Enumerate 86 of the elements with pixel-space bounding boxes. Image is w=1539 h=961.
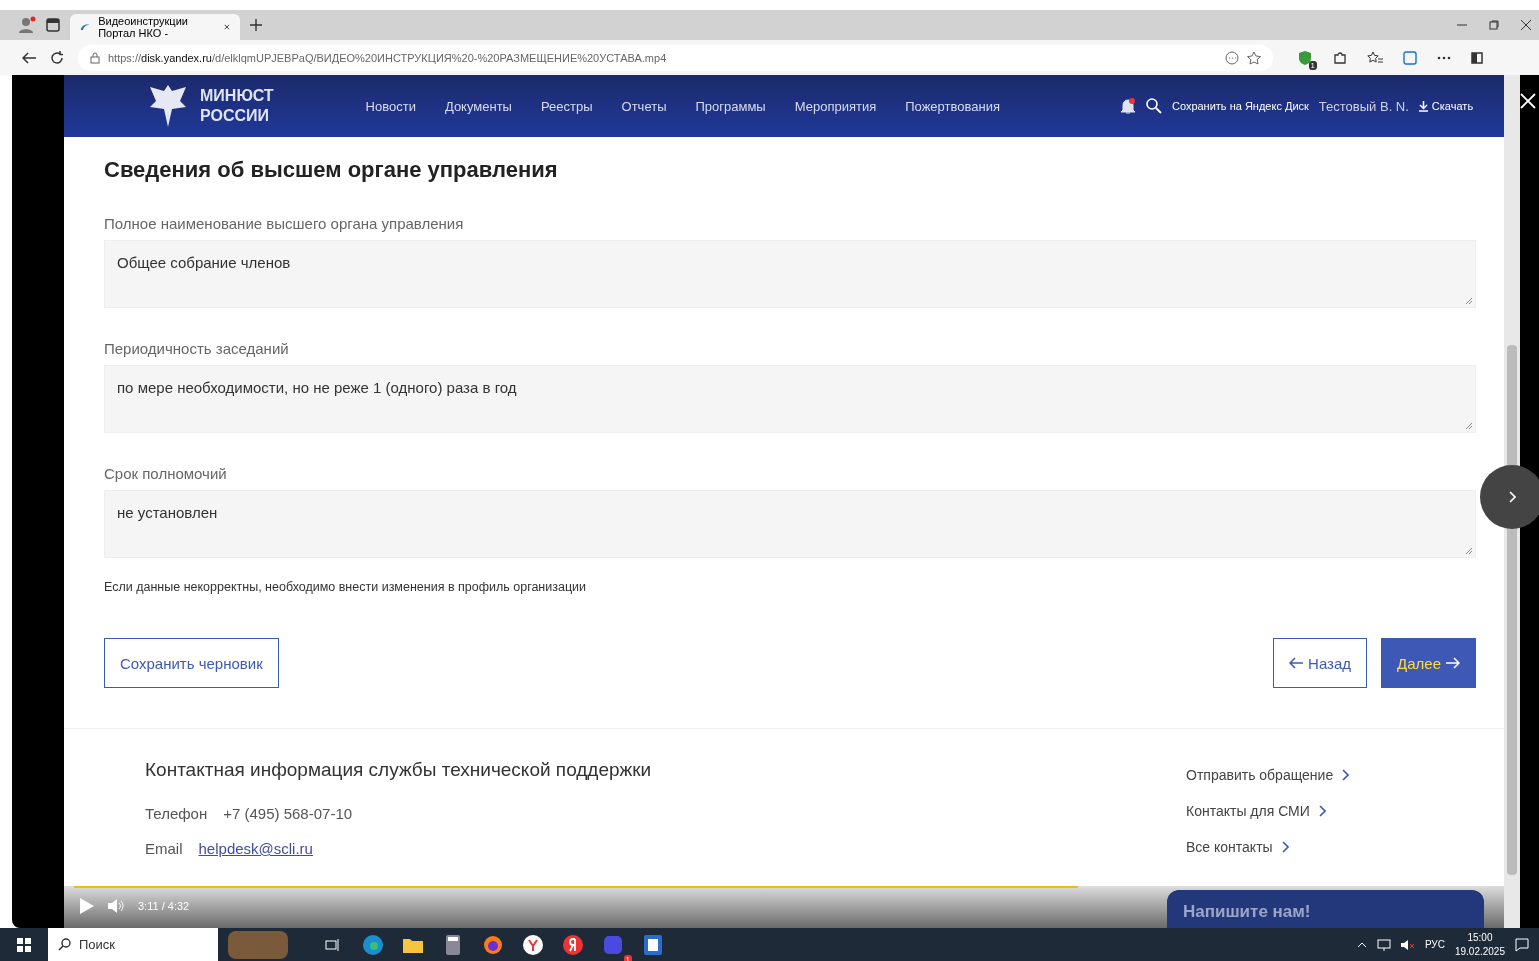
y-browser-icon[interactable] [522, 933, 544, 956]
nav-link[interactable]: Пожертвования [905, 98, 1000, 114]
more-icon[interactable] [1437, 55, 1451, 60]
logo-text: МИНЮСТ РОССИИ [200, 86, 274, 126]
folder-icon[interactable] [403, 936, 423, 953]
section-title: Сведения об высшем органе управления [104, 157, 559, 183]
chevron-up-icon[interactable] [1356, 941, 1367, 948]
back-button[interactable]: Назад [1273, 638, 1368, 688]
back-arrow-icon[interactable] [22, 51, 36, 64]
save-draft-button[interactable]: Сохранить черновик [104, 638, 279, 688]
close-button[interactable] [1520, 93, 1536, 109]
text-area[interactable]: не установлен [104, 490, 1476, 558]
arrow-right-icon [1446, 657, 1460, 669]
speaker-muted-icon[interactable] [1400, 938, 1415, 951]
profile-icon[interactable] [18, 16, 36, 34]
notification-badge: 1 [623, 954, 632, 961]
email-label: Email [145, 840, 183, 857]
nav-link[interactable]: Мероприятия [794, 98, 877, 114]
chevron-right-icon [1508, 491, 1516, 503]
text-area[interactable]: по мере необходимости, но не реже 1 (одного) раза в год [104, 365, 1476, 433]
phone-number: +7 (495) 568-07-10 [223, 805, 353, 822]
close-icon[interactable] [1521, 20, 1531, 30]
favorites-icon[interactable] [1367, 50, 1383, 65]
clock-date[interactable]: 19.02.2025 [1454, 944, 1505, 959]
close-icon[interactable] [224, 23, 230, 31]
email-link[interactable]: helpdesk@scli.ru [198, 840, 313, 857]
chevron-right-icon [1317, 805, 1326, 817]
text-area[interactable]: Общее собрание членов [104, 240, 1476, 308]
nav-link[interactable]: Реестры [540, 98, 593, 114]
search-icon [58, 938, 71, 951]
network-icon[interactable] [1376, 938, 1391, 951]
bell-icon[interactable] [1119, 97, 1136, 115]
extension-badge: 1 [1308, 60, 1317, 70]
star-icon[interactable] [1247, 50, 1261, 65]
collections-icon[interactable] [1403, 50, 1417, 65]
language-indicator[interactable]: РУС [1424, 939, 1445, 950]
browser-icon[interactable] [362, 933, 384, 956]
nav-link[interactable]: Программы [695, 98, 766, 114]
nav-link[interactable]: Отчеты [621, 98, 667, 114]
phone-label: Телефон [145, 805, 208, 822]
cloud-icon [80, 22, 91, 32]
volume-icon[interactable] [108, 899, 124, 913]
shield-icon[interactable] [1297, 49, 1313, 66]
resize-grip-icon [1465, 297, 1473, 305]
nav-link[interactable]: Документы [444, 98, 512, 114]
resize-grip-icon [1465, 422, 1473, 430]
user-name[interactable]: Тестовый В. N. [1318, 98, 1409, 114]
taskbar-search[interactable]: Поиск [48, 928, 218, 961]
arrow-left-icon [1289, 657, 1304, 669]
field-label: Срок полномочий [104, 465, 228, 482]
save-to-disk-link[interactable]: Сохранить на Яндекс Диск [1171, 100, 1309, 112]
notifications-icon[interactable] [1515, 937, 1529, 952]
restore-icon[interactable] [1489, 20, 1499, 30]
footer-title: Контактная информация службы технической поддержки [145, 759, 653, 781]
chevron-right-icon [1280, 841, 1289, 853]
download-link[interactable]: Скачать [1418, 100, 1474, 112]
address-bar[interactable]: https://disk.yandex.ru/d/elklqmUPJEBPaQ/ВИДЕО%20ИНСТРУКЦИЯ%20-%20РАЗМЕЩЕНИЕ%20УСТАВА.mp4 [78, 44, 1273, 71]
video-time: 3:11 / 4:32 [138, 900, 190, 912]
fox-browser-icon[interactable] [483, 934, 503, 955]
next-button[interactable]: Далее [1381, 638, 1476, 688]
document-icon[interactable] [644, 934, 662, 955]
reload-icon[interactable] [50, 50, 64, 65]
windows-start-icon[interactable] [17, 937, 31, 952]
chevron-right-icon [1341, 769, 1350, 781]
sidebar-icon[interactable] [1471, 51, 1483, 64]
new-tab-icon[interactable] [250, 19, 262, 31]
footer-link[interactable]: Контакты для СМИ [1186, 803, 1504, 819]
chat-widget[interactable]: Напишите нам! [1167, 890, 1484, 928]
search-icon[interactable] [1145, 98, 1162, 114]
more-options-icon[interactable] [1225, 50, 1239, 65]
field-label: Периодичность заседаний [104, 340, 290, 357]
lock-icon [90, 51, 100, 64]
close-icon [1520, 93, 1536, 109]
browser-tab[interactable]: Видеоинструкции Портал НКО - [70, 14, 240, 40]
download-icon [1418, 100, 1428, 112]
tab-actions-icon[interactable] [46, 18, 60, 32]
footer-link[interactable]: Все контакты [1186, 839, 1504, 855]
play-icon[interactable] [80, 898, 94, 914]
calculator-icon[interactable] [446, 934, 460, 955]
hint-text: Если данные некорректны, необходимо внести изменения в профиль организации [104, 580, 588, 594]
field-label: Полное наименование высшего органа управления [104, 215, 465, 232]
footer-link[interactable]: Отправить обращение [1186, 767, 1504, 783]
clock-time[interactable]: 15:00 [1454, 930, 1505, 945]
resize-grip-icon [1465, 547, 1473, 555]
nav-link[interactable]: Новости [365, 98, 416, 114]
task-view-icon[interactable] [325, 937, 341, 952]
